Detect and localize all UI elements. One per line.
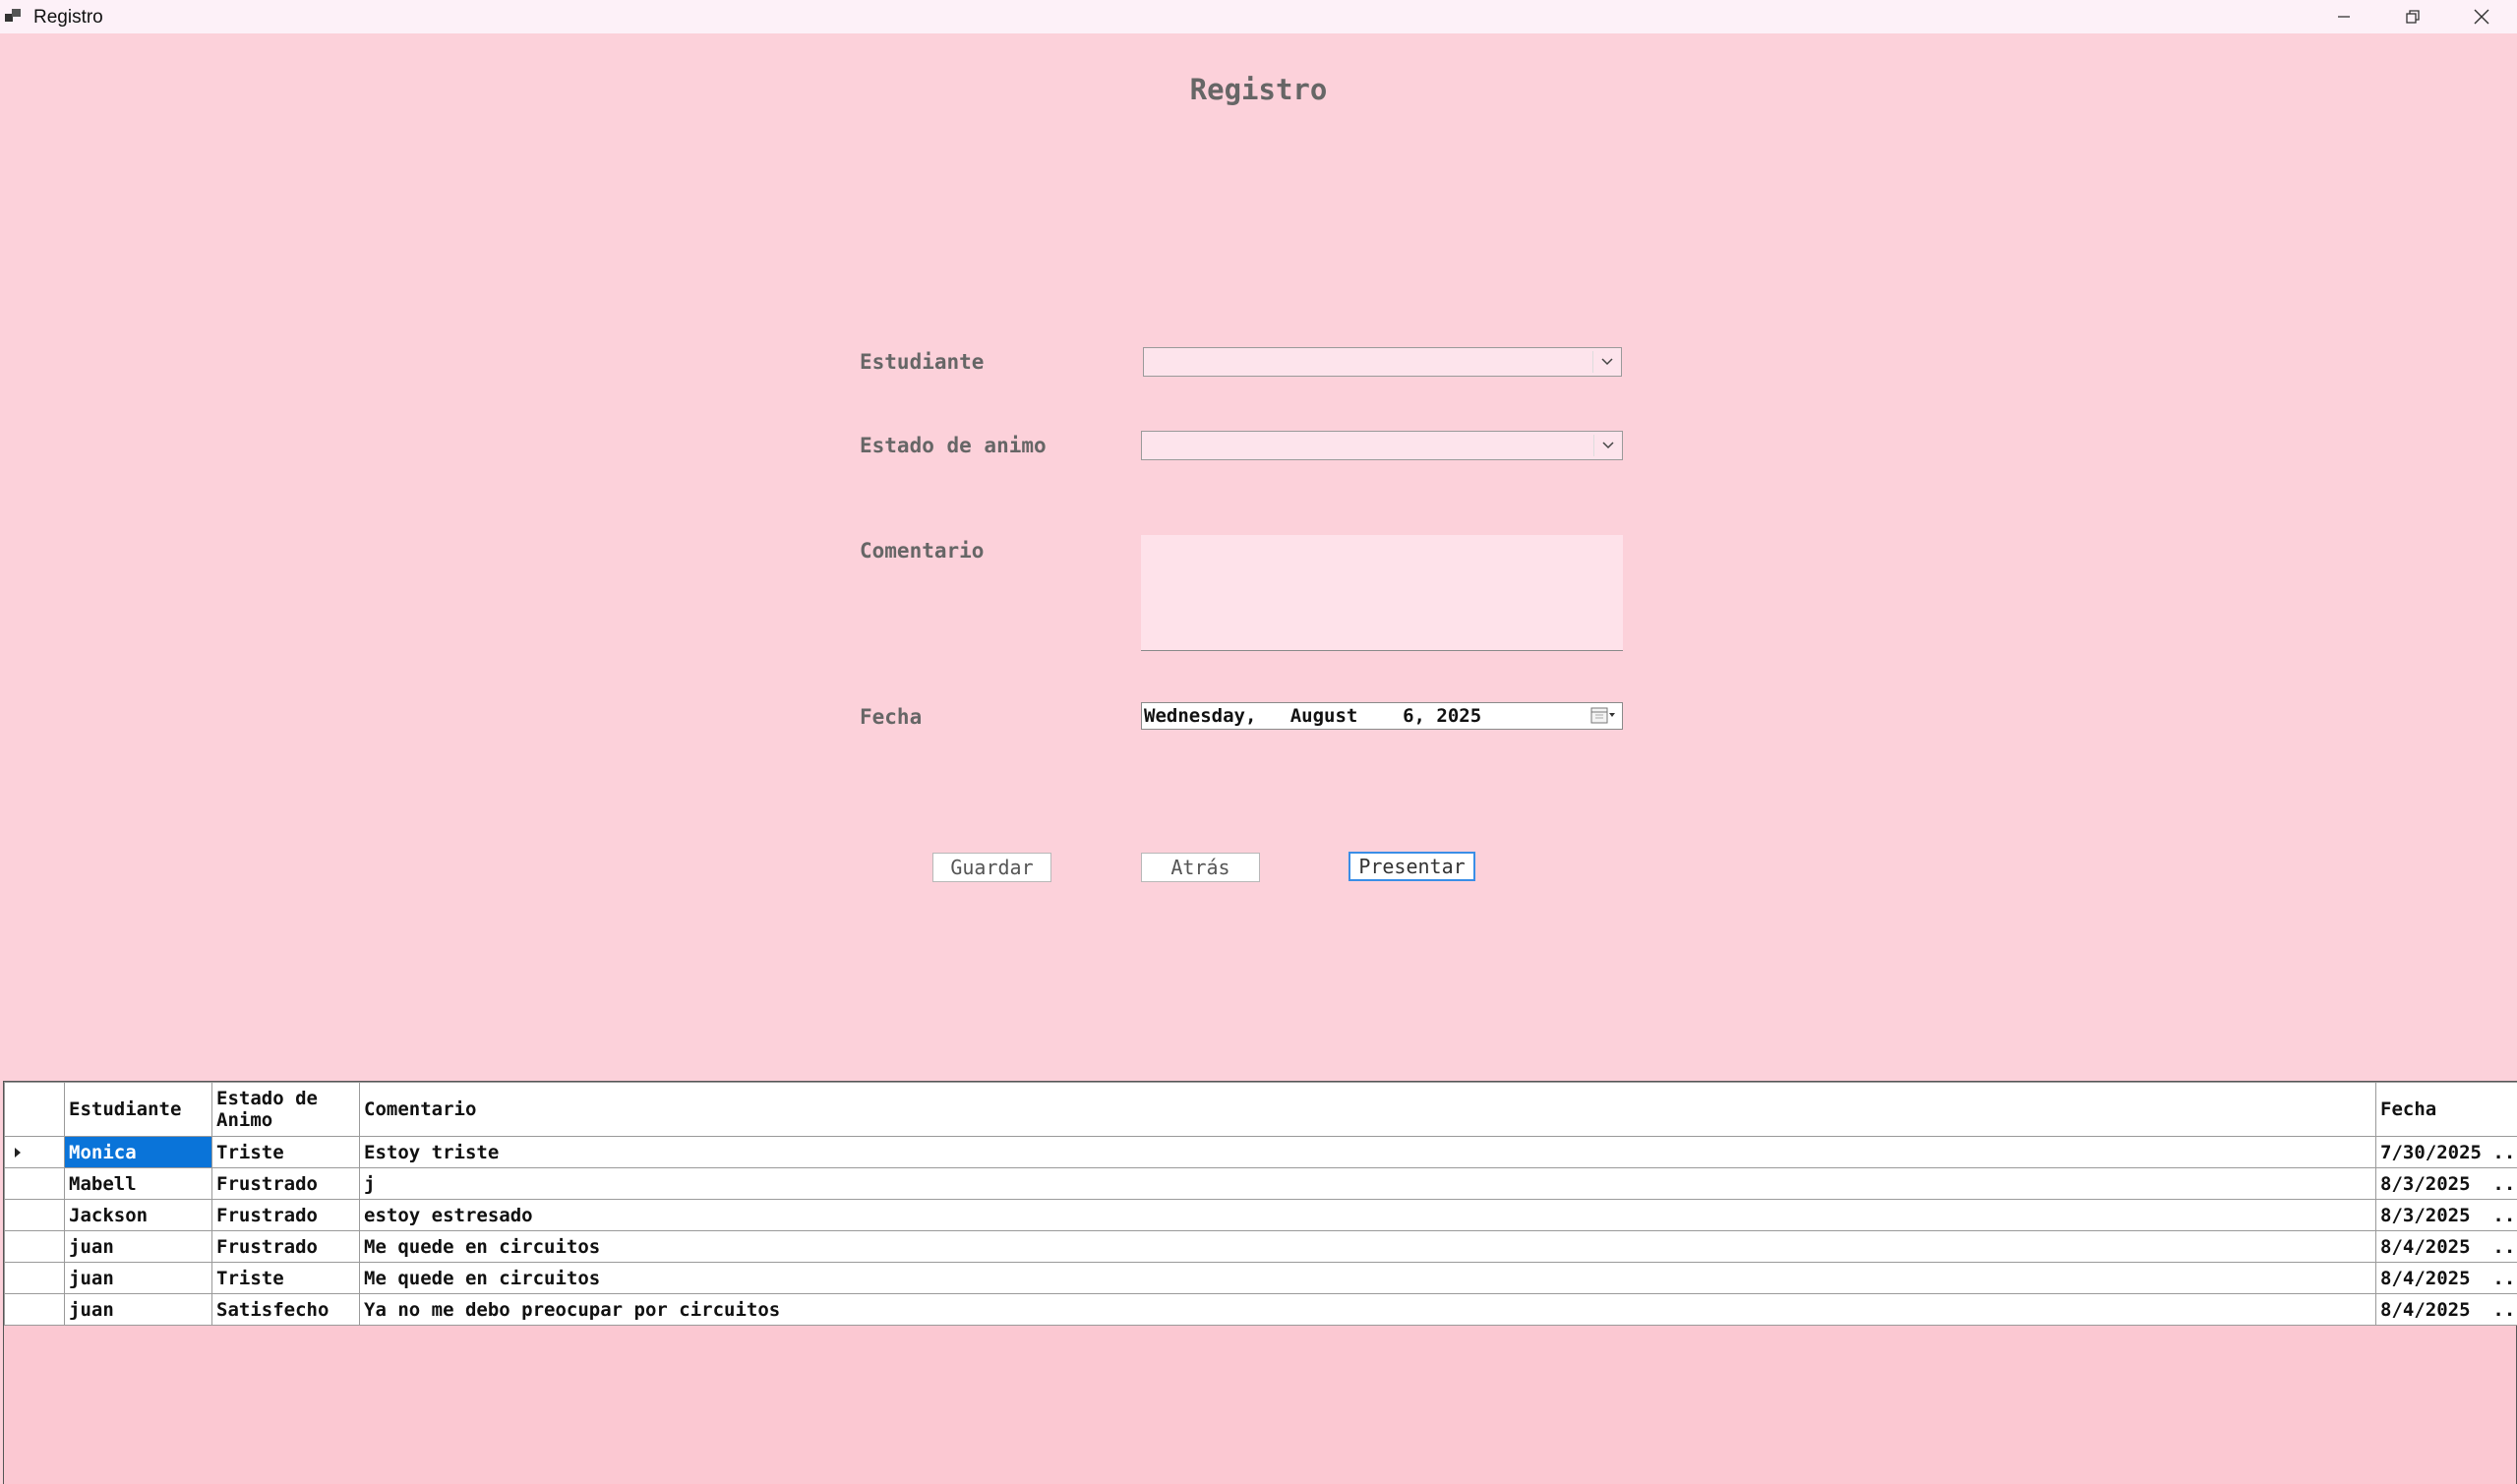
column-header-estado[interactable]: Estado de Animo — [211, 1082, 360, 1137]
minimize-button[interactable] — [2309, 0, 2378, 33]
row-selector[interactable] — [4, 1167, 65, 1200]
cell-estado[interactable]: Frustrado — [211, 1167, 360, 1200]
row-selector[interactable] — [4, 1293, 65, 1326]
estado-animo-combobox[interactable] — [1141, 431, 1623, 460]
restore-button[interactable] — [2378, 0, 2447, 33]
row-selector[interactable] — [4, 1230, 65, 1263]
cell-estado[interactable]: Frustrado — [211, 1199, 360, 1231]
registros-table: Estudiante Estado de Animo Comentario Fe… — [4, 1082, 2517, 1326]
table-row[interactable]: juan Triste Me quede en circuitos 8/4/20… — [4, 1262, 2517, 1294]
row-selector[interactable] — [4, 1199, 65, 1231]
row-selector[interactable] — [4, 1262, 65, 1294]
cell-estado[interactable]: Frustrado — [211, 1230, 360, 1263]
cell-comentario[interactable]: j — [359, 1167, 2376, 1200]
cell-fecha[interactable]: 8/4/2025 ... — [2375, 1230, 2517, 1263]
cell-estudiante[interactable]: Monica — [64, 1136, 212, 1168]
cell-estudiante[interactable]: Jackson — [64, 1199, 212, 1231]
chevron-down-icon[interactable] — [1593, 348, 1621, 376]
cell-fecha[interactable]: 8/3/2025 ... — [2375, 1199, 2517, 1231]
cell-estado[interactable]: Satisfecho — [211, 1293, 360, 1326]
row-selector[interactable] — [4, 1136, 65, 1168]
estudiante-label: Estudiante — [860, 350, 985, 374]
comentario-textarea[interactable] — [1141, 535, 1623, 651]
cell-comentario[interactable]: Me quede en circuitos — [359, 1230, 2376, 1263]
fecha-label: Fecha — [860, 705, 923, 729]
cell-comentario[interactable]: Estoy triste — [359, 1136, 2376, 1168]
column-header-estudiante[interactable]: Estudiante — [64, 1082, 212, 1137]
fecha-value: Wednesday, August 6, 2025 — [1144, 705, 1482, 727]
chevron-down-icon[interactable] — [1594, 432, 1622, 459]
cell-estudiante[interactable]: Mabell — [64, 1167, 212, 1200]
cell-estudiante[interactable]: juan — [64, 1293, 212, 1326]
cell-comentario[interactable]: Ya no me debo preocupar por circuitos — [359, 1293, 2376, 1326]
header-row: Estudiante Estado de Animo Comentario Fe… — [4, 1082, 2517, 1137]
cell-fecha[interactable]: 8/4/2025 ... — [2375, 1293, 2517, 1326]
close-icon — [2474, 9, 2489, 25]
guardar-button[interactable]: Guardar — [932, 853, 1051, 882]
table-row[interactable]: Jackson Frustrado estoy estresado 8/3/20… — [4, 1199, 2517, 1231]
cell-comentario[interactable]: Me quede en circuitos — [359, 1262, 2376, 1294]
restore-icon — [2406, 10, 2420, 24]
cell-estado[interactable]: Triste — [211, 1136, 360, 1168]
table-row[interactable]: Mabell Frustrado j 8/3/2025 ... — [4, 1167, 2517, 1200]
calendar-icon[interactable] — [1590, 706, 1616, 733]
column-header-fecha[interactable]: Fecha — [2375, 1082, 2517, 1137]
row-header-corner — [4, 1082, 65, 1137]
column-header-comentario[interactable]: Comentario — [359, 1082, 2376, 1137]
cell-estudiante[interactable]: juan — [64, 1262, 212, 1294]
table-row[interactable]: juan Satisfecho Ya no me debo preocupar … — [4, 1293, 2517, 1326]
cell-estudiante[interactable]: juan — [64, 1230, 212, 1263]
cell-fecha[interactable]: 8/3/2025 ... — [2375, 1167, 2517, 1200]
estudiante-combobox[interactable] — [1143, 347, 1622, 377]
cell-fecha[interactable]: 8/4/2025 ... — [2375, 1262, 2517, 1294]
comentario-label: Comentario — [860, 539, 985, 563]
window-title: Registro — [33, 7, 103, 28]
estado-animo-label: Estado de animo — [860, 434, 1047, 457]
app-icon — [5, 7, 23, 25]
cell-fecha[interactable]: 7/30/2025 ... — [2375, 1136, 2517, 1168]
close-button[interactable] — [2447, 0, 2516, 33]
minimize-icon — [2338, 16, 2350, 18]
fecha-datepicker[interactable]: Wednesday, August 6, 2025 — [1141, 702, 1623, 730]
registros-datagrid[interactable]: Estudiante Estado de Animo Comentario Fe… — [3, 1081, 2517, 1484]
presentar-button[interactable]: Presentar — [1348, 852, 1475, 881]
column-header-estado-text: Estado de Animo — [216, 1088, 318, 1131]
atras-button[interactable]: Atrás — [1141, 853, 1260, 882]
current-row-icon — [15, 1147, 21, 1158]
cell-comentario[interactable]: estoy estresado — [359, 1199, 2376, 1231]
title-bar: Registro — [0, 0, 2517, 33]
table-row[interactable]: juan Frustrado Me quede en circuitos 8/4… — [4, 1230, 2517, 1263]
table-row[interactable]: Monica Triste Estoy triste 7/30/2025 ... — [4, 1136, 2517, 1168]
cell-estado[interactable]: Triste — [211, 1262, 360, 1294]
page-title: Registro — [1189, 73, 1328, 106]
